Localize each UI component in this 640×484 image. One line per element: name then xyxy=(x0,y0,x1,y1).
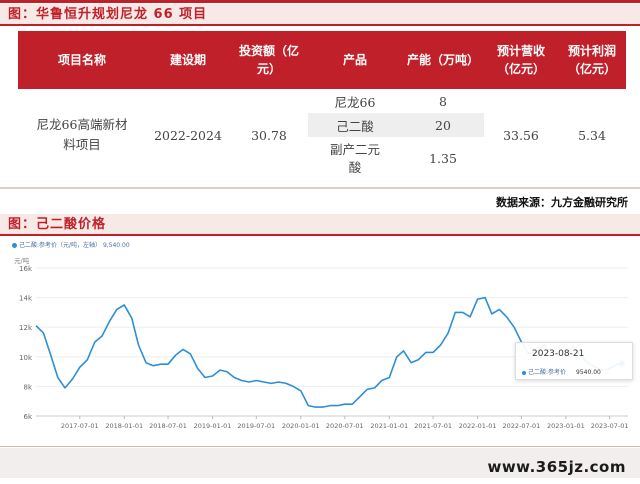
chart-svg: 6k 8k 10k 12k 14k 16k 2017-07-01 2018-01-01 2018… xyxy=(19,265,629,430)
watermark: www.365jz.com xyxy=(487,458,626,476)
top-accent-line xyxy=(0,0,640,3)
x-tick-label: 2020-07-01 xyxy=(326,422,364,430)
investment-cell: 30.78 xyxy=(251,127,287,143)
x-tick-label: 2018-07-01 xyxy=(149,422,187,430)
x-tick-label: 2021-01-01 xyxy=(370,422,408,430)
x-tick-label: 2018-01-01 xyxy=(105,422,143,430)
section-title-price: 图：己二酸价格 xyxy=(0,214,640,236)
x-tick-label: 2017-07-01 xyxy=(61,422,99,430)
x-tick-label: 2020-01-01 xyxy=(282,422,320,430)
product-cell: 尼龙66 xyxy=(334,94,376,110)
header-cell: 项目名称 xyxy=(18,31,146,89)
price-chart: 己二酸:参考价（元/吨，左轴） 9,540.00 元/吨 6k 8k 10k 12k 1… xyxy=(10,240,634,436)
x-tick-label: 2023-01-01 xyxy=(547,422,585,430)
tooltip-series: 己二酸:参考价 xyxy=(528,369,567,376)
y-tick-label: 16k xyxy=(19,265,33,273)
y-axis-unit: 元/吨 xyxy=(14,257,30,265)
tooltip-value: 9540.00 xyxy=(576,369,601,376)
x-tick-label: 2021-07-01 xyxy=(414,422,452,430)
x-tick-label: 2022-07-01 xyxy=(502,422,540,430)
legend-dot-icon xyxy=(12,243,17,248)
capacity-cell: 8 xyxy=(439,93,447,109)
tooltip-date: 2023-08-21 xyxy=(532,349,585,359)
revenue-cell: 33.56 xyxy=(503,127,539,143)
project-name-cell: 尼龙66高端新材料项目 xyxy=(36,117,128,152)
x-tick-label: 2019-01-01 xyxy=(194,422,232,430)
header-cell: 预计营收（亿元） xyxy=(484,31,558,89)
section-title-project: 图：华鲁恒升规划尼龙 66 项目 xyxy=(0,4,640,26)
x-tick-label: 2022-01-01 xyxy=(459,422,497,430)
y-tick-label: 10k xyxy=(19,354,33,362)
x-tick-label: 2023-07-01 xyxy=(591,422,629,430)
header-cell: 产能（万吨） xyxy=(402,31,484,89)
capacity-cell: 20 xyxy=(402,113,484,137)
header-cell: 预计利润（亿元） xyxy=(558,31,626,89)
chart-tooltip: 2023-08-21 己二酸:参考价 9540.00 xyxy=(515,342,633,380)
capacity-cell: 1.35 xyxy=(429,151,457,166)
y-tick-label: 14k xyxy=(19,295,33,303)
header-cell: 产品 xyxy=(308,31,402,89)
y-tick-label: 12k xyxy=(19,324,33,332)
x-tick-label: 2019-07-01 xyxy=(237,422,275,430)
legend-label: 己二酸:参考价（元/吨，左轴） 9,540.00 xyxy=(19,242,130,249)
header-cell: 建设期 xyxy=(146,31,230,89)
header-cell: 投资额（亿元） xyxy=(230,31,308,89)
tooltip-row: 己二酸:参考价 9540.00 xyxy=(522,367,601,376)
project-table: 项目名称 建设期 投资额（亿元） 产品 产能（万吨） 预计营收（亿元） 预计利润… xyxy=(18,31,626,181)
divider xyxy=(0,446,640,447)
chart-legend: 己二酸:参考价（元/吨，左轴） 9,540.00 xyxy=(12,240,130,249)
tooltip-dot-icon xyxy=(522,370,526,375)
y-tick-label: 8k xyxy=(23,383,32,391)
product-cell: 己二酸 xyxy=(308,113,402,137)
period-cell: 2022-2024 xyxy=(154,127,222,143)
profit-cell: 5.34 xyxy=(578,127,606,143)
table-row: 尼龙66高端新材料项目 2022-2024 30.78 尼龙66 8 33.56… xyxy=(18,89,626,153)
product-cell: 副产二元酸 xyxy=(329,142,380,175)
divider xyxy=(0,187,640,189)
y-tick-label: 6k xyxy=(23,413,32,421)
data-source: 数据来源：九方金融研究所 xyxy=(496,196,628,209)
table-header-row: 项目名称 建设期 投资额（亿元） 产品 产能（万吨） 预计营收（亿元） 预计利润… xyxy=(18,31,626,89)
